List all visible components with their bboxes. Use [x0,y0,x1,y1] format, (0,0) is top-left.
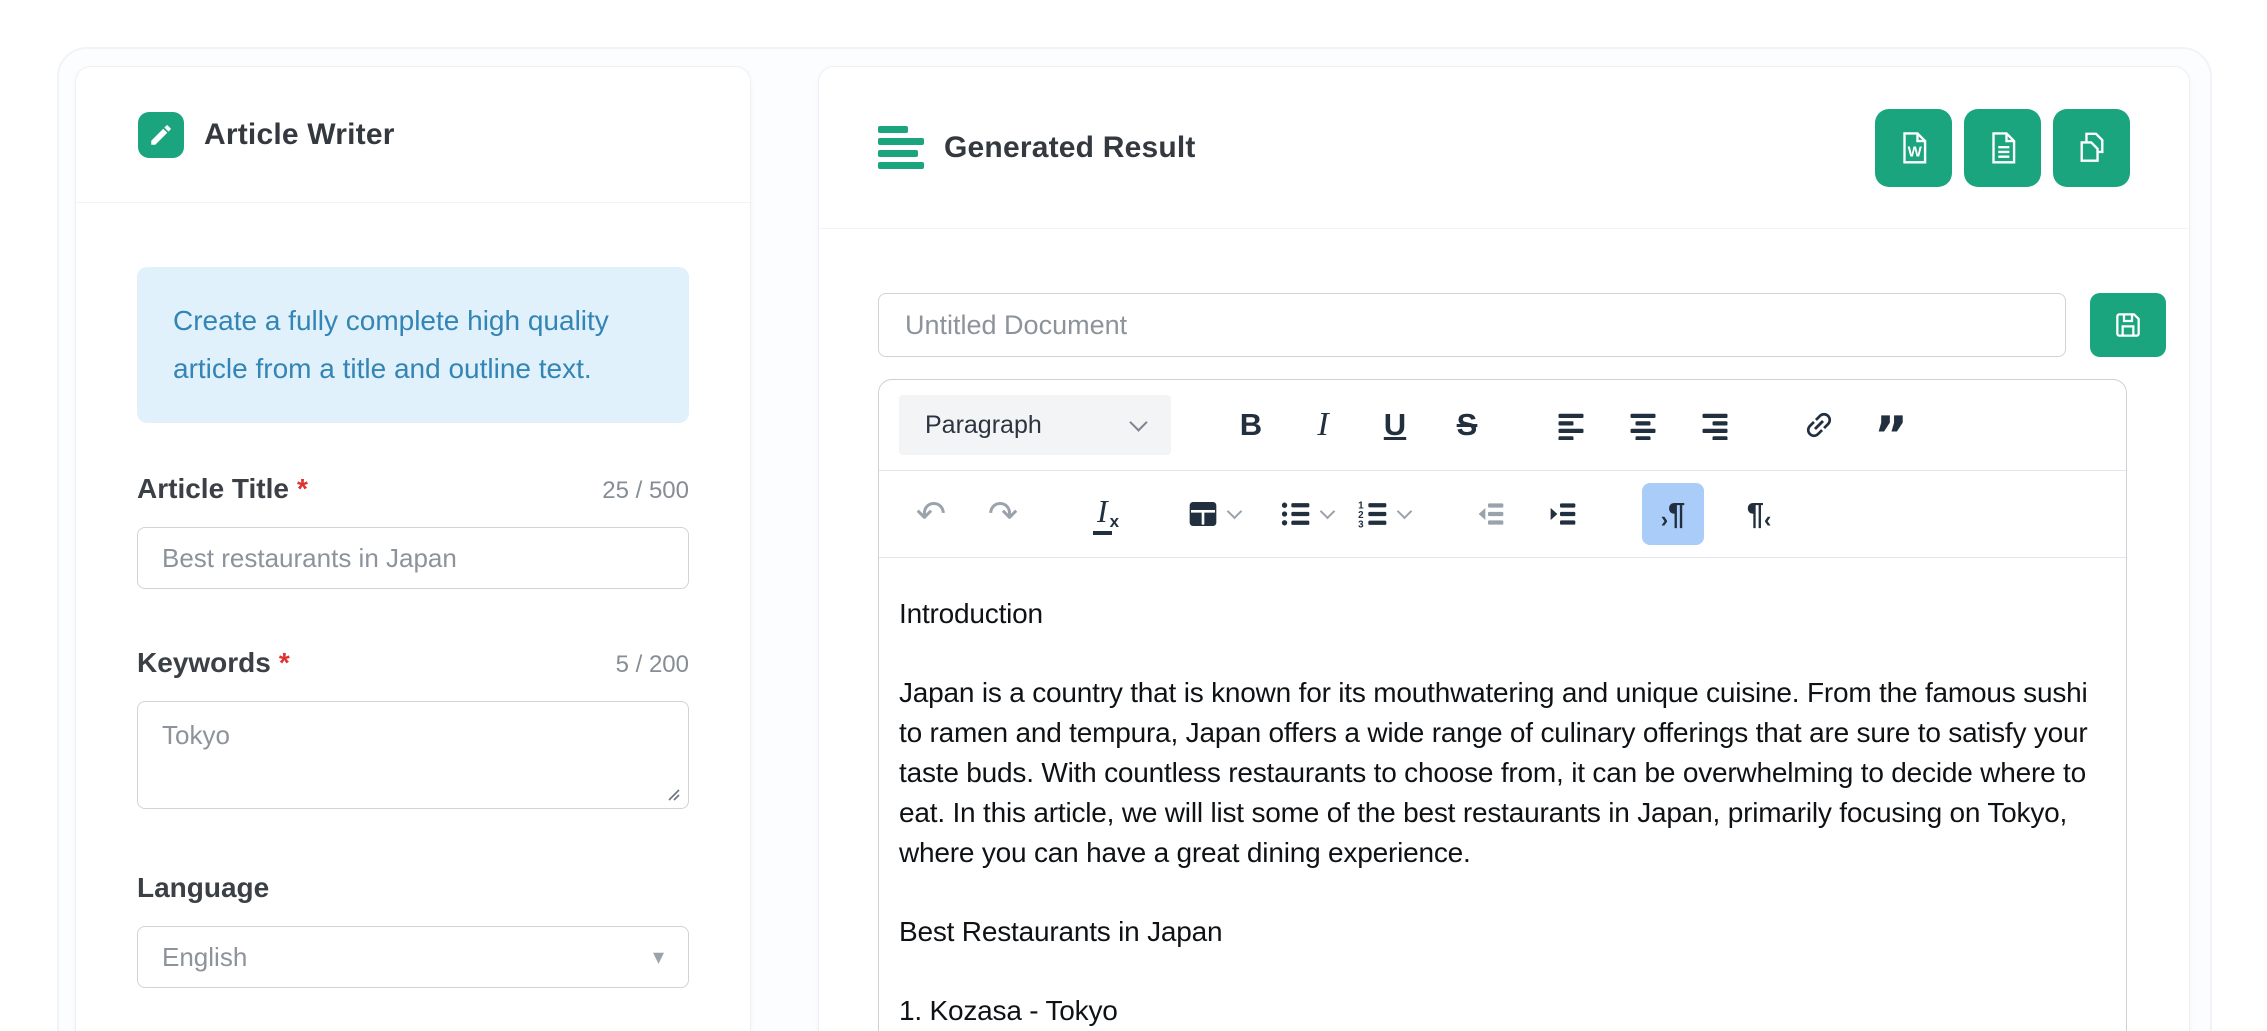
strikethrough-button[interactable]: S [1443,399,1491,451]
underline-icon: U [1384,407,1406,443]
article-writer-panel: Article Writer Create a fully complete h… [75,66,751,1031]
rtl-arrow: ‹ [1764,507,1771,533]
editor-paragraph: Japan is a country that is known for its… [899,673,2104,873]
numbered-list-button[interactable]: 1 2 3 [1357,488,1410,540]
info-banner: Create a fully complete high quality art… [137,267,689,423]
article-title-label: Article Title* [137,473,308,505]
quote-icon: ” [1874,404,1908,446]
redo-icon: ↷ [988,494,1018,535]
align-center-button[interactable] [1619,399,1667,451]
toolbar-row-2: ↶ ↷ Ix [879,471,2126,558]
numbered-list-icon: 1 2 3 [1357,498,1389,530]
export-buttons-group: W [1875,109,2130,187]
pilcrow-rtl-icon: ¶ [1747,496,1764,532]
copy-icon [2073,129,2111,167]
pencil-icon [138,112,184,158]
document-title-input[interactable] [878,293,2066,357]
chevron-down-icon [1397,503,1413,519]
bullet-list-icon [1280,498,1312,530]
align-right-button[interactable] [1691,399,1739,451]
redo-button[interactable]: ↷ [979,488,1027,540]
generated-result-panel: Generated Result W [818,66,2190,1031]
editor-paragraph: Best Restaurants in Japan [899,912,2104,952]
save-icon [2112,309,2144,341]
ltr-arrow: › [1661,507,1668,533]
bold-button[interactable]: B [1227,399,1275,451]
pilcrow-ltr-icon: ¶ [1668,496,1685,532]
editor-content-area[interactable]: Introduction Japan is a country that is … [879,558,2126,1031]
align-left-button[interactable] [1547,399,1595,451]
link-button[interactable] [1795,399,1843,451]
required-asterisk: * [297,473,308,504]
resize-grip-icon[interactable] [665,786,681,802]
bold-icon: B [1240,407,1262,443]
required-asterisk: * [279,647,290,678]
language-label: Language [137,872,269,904]
chevron-down-icon [1129,413,1147,431]
paragraph-style-value: Paragraph [925,411,1042,440]
result-lines-icon [878,126,924,169]
blockquote-button[interactable]: ” [1867,399,1915,451]
keywords-label: Keywords* [137,647,290,679]
table-icon [1187,498,1219,530]
export-text-button[interactable] [1964,109,2041,187]
keywords-counter: 5 / 200 [616,651,689,679]
dropdown-arrow-icon: ▾ [653,944,664,970]
link-icon [1802,408,1836,442]
outdent-icon [1474,498,1506,530]
editor-paragraph: 1. Kozasa - Tokyo [899,991,2104,1031]
language-select[interactable]: English ▾ [137,926,689,988]
italic-button[interactable]: I [1299,399,1347,451]
text-file-icon [1984,129,2022,167]
rich-text-editor: Paragraph B I U S [878,379,2127,1031]
export-word-button[interactable]: W [1875,109,1952,187]
outdent-button[interactable] [1466,488,1514,540]
word-file-icon: W [1895,129,1933,167]
language-selected-value: English [162,942,247,973]
article-title-input[interactable] [137,527,689,589]
toolbar-row-1: Paragraph B I U S [879,380,2126,471]
clear-formatting-button[interactable]: Ix [1083,488,1131,540]
keywords-textarea[interactable]: Tokyo [137,701,689,809]
align-center-icon [1628,410,1658,440]
undo-button[interactable]: ↶ [907,488,955,540]
generated-result-header: Generated Result W [819,67,2189,229]
article-title-counter: 25 / 500 [602,477,689,505]
bullet-list-button[interactable] [1280,488,1333,540]
indent-button[interactable] [1538,488,1586,540]
chevron-down-icon [1227,503,1243,519]
paragraph-style-select[interactable]: Paragraph [899,395,1171,455]
chevron-down-icon [1320,503,1336,519]
align-left-icon [1556,410,1586,440]
panel-title: Article Writer [204,118,395,152]
article-writer-header: Article Writer [76,67,750,203]
align-right-icon [1700,410,1730,440]
italic-icon: I [1317,406,1328,444]
panel-title: Generated Result [944,131,1196,165]
indent-icon [1546,498,1578,530]
text-direction-ltr-button[interactable]: ›¶ [1642,483,1704,545]
text-direction-rtl-button[interactable]: ¶‹ [1728,483,1790,545]
svg-text:3: 3 [1358,519,1364,530]
svg-text:W: W [1907,143,1922,160]
save-document-button[interactable] [2090,293,2166,357]
insert-table-button[interactable] [1187,488,1240,540]
undo-icon: ↶ [916,494,946,535]
copy-button[interactable] [2053,109,2130,187]
editor-paragraph: Introduction [899,594,2104,634]
strikethrough-icon: S [1457,407,1478,443]
underline-button[interactable]: U [1371,399,1419,451]
